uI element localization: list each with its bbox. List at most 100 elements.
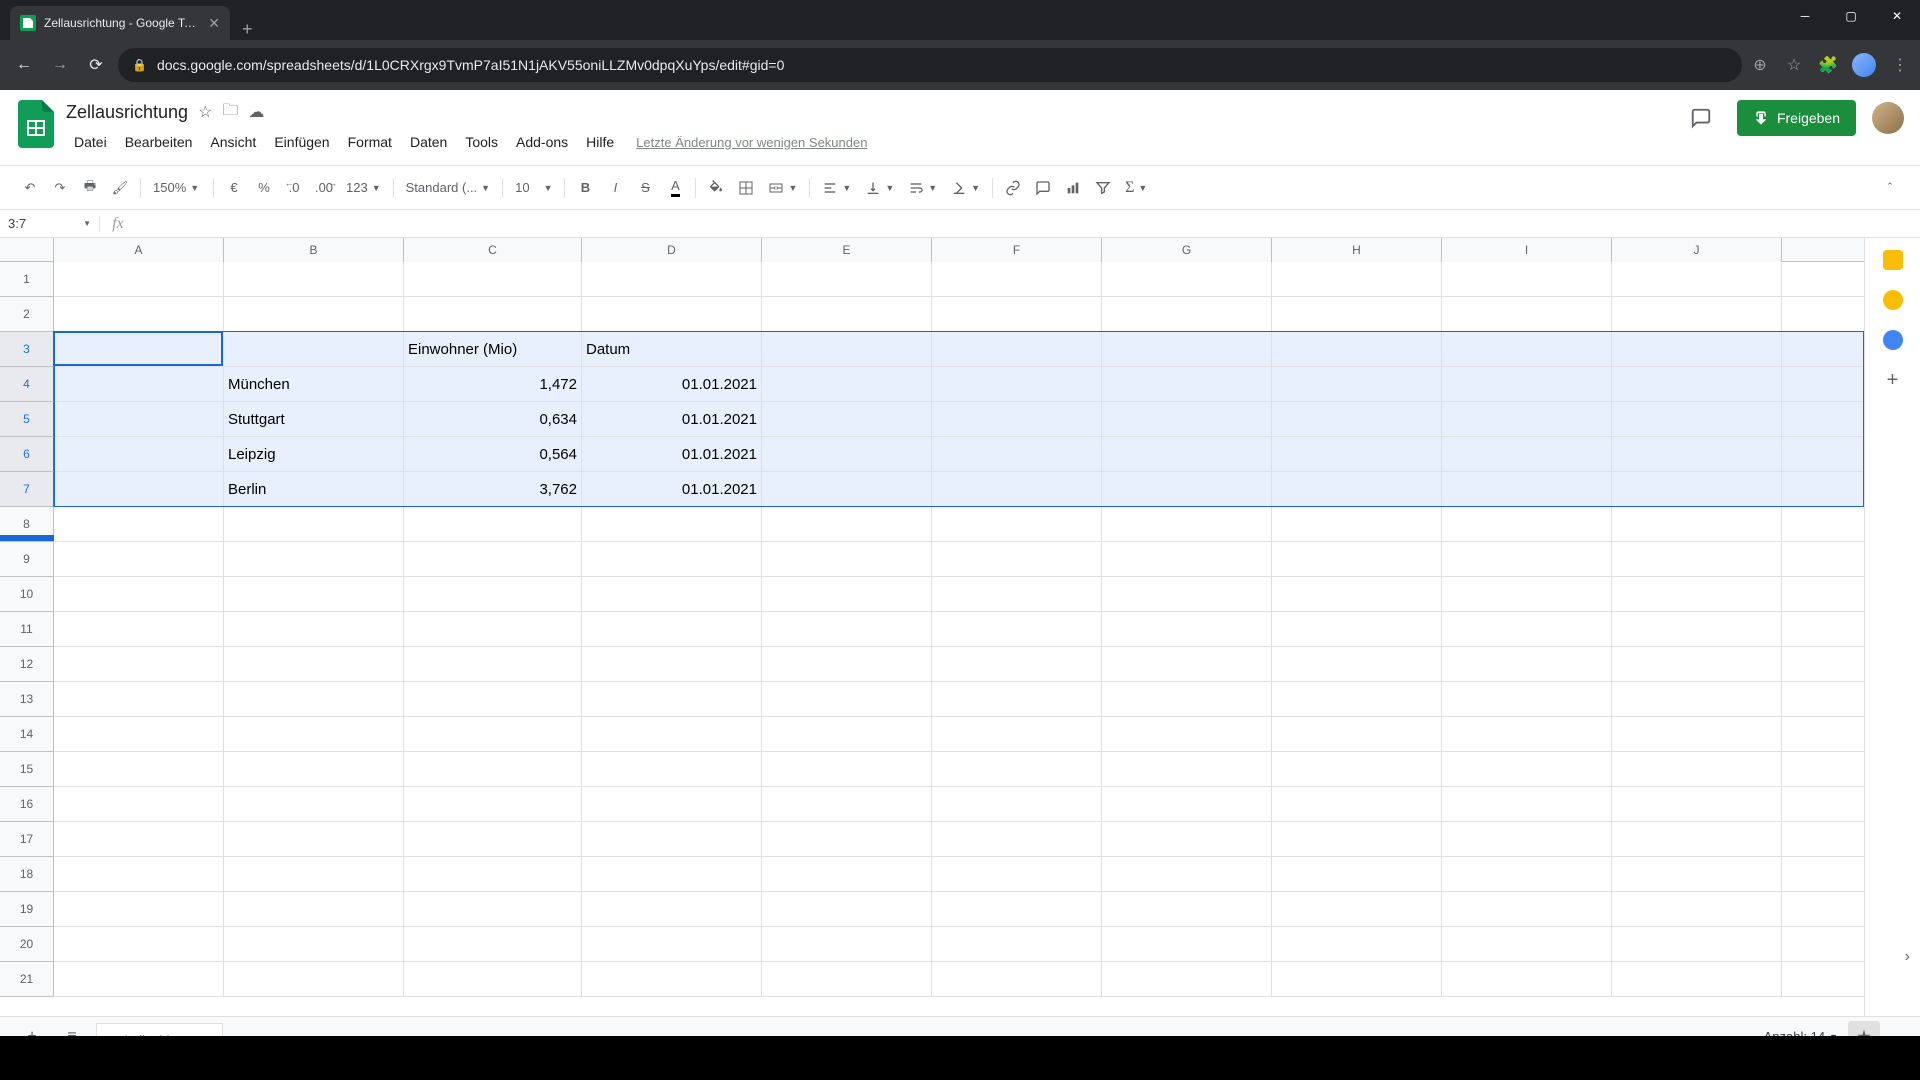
cell[interactable]	[224, 717, 404, 751]
document-title[interactable]: Zellausrichtung	[66, 102, 188, 123]
cell[interactable]	[1442, 962, 1612, 996]
cell[interactable]	[404, 927, 582, 961]
cell[interactable]	[1272, 542, 1442, 576]
zoom-dropdown[interactable]: 150%▼	[147, 180, 207, 195]
cell[interactable]	[54, 297, 224, 331]
cell[interactable]	[1272, 437, 1442, 471]
cell[interactable]	[1102, 262, 1272, 296]
cell[interactable]: Datum	[582, 332, 762, 366]
cell[interactable]: Berlin	[224, 472, 404, 506]
insert-link-button[interactable]	[999, 174, 1027, 202]
decrease-decimal-button[interactable]: .0←	[280, 174, 308, 202]
cell[interactable]	[1102, 892, 1272, 926]
cell[interactable]	[762, 262, 932, 296]
cell[interactable]	[1442, 472, 1612, 506]
cell[interactable]	[404, 892, 582, 926]
cell[interactable]	[404, 752, 582, 786]
print-button[interactable]: 🖶	[76, 174, 104, 202]
cell[interactable]	[762, 682, 932, 716]
insert-comment-button[interactable]	[1029, 174, 1057, 202]
cell[interactable]	[224, 962, 404, 996]
cell[interactable]	[1102, 437, 1272, 471]
cell[interactable]	[404, 647, 582, 681]
cell[interactable]	[404, 577, 582, 611]
percent-button[interactable]: %	[250, 174, 278, 202]
cell[interactable]	[582, 787, 762, 821]
row-header-18[interactable]: 18	[0, 857, 53, 892]
cell[interactable]	[582, 857, 762, 891]
filter-button[interactable]	[1089, 174, 1117, 202]
cell[interactable]	[762, 647, 932, 681]
cell[interactable]	[932, 297, 1102, 331]
name-box[interactable]: 3:7▼	[0, 216, 100, 231]
cell[interactable]	[224, 297, 404, 331]
cell[interactable]	[224, 577, 404, 611]
cell[interactable]	[1442, 402, 1612, 436]
cell[interactable]	[54, 507, 224, 541]
cell[interactable]	[1442, 927, 1612, 961]
cell[interactable]	[1272, 472, 1442, 506]
zoom-icon[interactable]: ⊕	[1750, 55, 1770, 75]
new-tab-button[interactable]: +	[230, 19, 265, 40]
share-button[interactable]: Freigeben	[1737, 100, 1856, 136]
cell[interactable]	[932, 752, 1102, 786]
cell[interactable]	[54, 367, 224, 401]
undo-button[interactable]: ↶	[16, 174, 44, 202]
cell[interactable]	[1102, 962, 1272, 996]
cell[interactable]	[224, 542, 404, 576]
fill-color-button[interactable]	[702, 174, 730, 202]
row-header-16[interactable]: 16	[0, 787, 53, 822]
cell[interactable]	[1102, 752, 1272, 786]
row-header-20[interactable]: 20	[0, 927, 53, 962]
vertical-align-dropdown[interactable]: ▼	[859, 180, 900, 196]
cell[interactable]	[404, 262, 582, 296]
cell[interactable]	[1612, 752, 1782, 786]
bold-button[interactable]: B	[571, 174, 599, 202]
cell[interactable]	[1272, 647, 1442, 681]
cell[interactable]	[224, 507, 404, 541]
cell[interactable]	[1272, 717, 1442, 751]
cell[interactable]	[762, 332, 932, 366]
cell[interactable]	[762, 367, 932, 401]
reload-button[interactable]: ⟳	[82, 51, 110, 79]
cell[interactable]	[224, 262, 404, 296]
cell[interactable]	[1102, 507, 1272, 541]
cell[interactable]	[932, 717, 1102, 751]
cell[interactable]	[1272, 927, 1442, 961]
cell[interactable]	[1102, 332, 1272, 366]
window-close[interactable]: ✕	[1874, 0, 1920, 32]
functions-dropdown[interactable]: Σ▼	[1119, 179, 1153, 197]
windows-taskbar[interactable]	[0, 1036, 1920, 1080]
menu-einfügen[interactable]: Einfügen	[266, 130, 337, 154]
column-header-J[interactable]: J	[1612, 238, 1782, 262]
cell[interactable]	[1272, 822, 1442, 856]
cell[interactable]	[1102, 472, 1272, 506]
cell[interactable]	[224, 752, 404, 786]
cell[interactable]	[582, 542, 762, 576]
cell[interactable]	[932, 507, 1102, 541]
cell[interactable]	[582, 962, 762, 996]
cell[interactable]	[582, 717, 762, 751]
window-minimize[interactable]: ─	[1782, 0, 1828, 32]
cell[interactable]	[932, 332, 1102, 366]
menu-datei[interactable]: Datei	[66, 130, 115, 154]
cell[interactable]	[1442, 297, 1612, 331]
cell[interactable]	[1272, 752, 1442, 786]
cell[interactable]	[932, 472, 1102, 506]
currency-button[interactable]: €	[220, 174, 248, 202]
cell[interactable]	[932, 857, 1102, 891]
cell[interactable]	[582, 507, 762, 541]
cell[interactable]	[404, 542, 582, 576]
column-header-B[interactable]: B	[224, 238, 404, 262]
cell[interactable]	[54, 787, 224, 821]
cell[interactable]	[54, 927, 224, 961]
cell[interactable]	[54, 647, 224, 681]
row-resize-handle[interactable]	[0, 535, 54, 541]
cell[interactable]	[1442, 857, 1612, 891]
cell[interactable]: Einwohner (Mio)	[404, 332, 582, 366]
select-all-corner[interactable]	[0, 238, 54, 262]
cell[interactable]: 3,762	[404, 472, 582, 506]
cell[interactable]	[1612, 857, 1782, 891]
cell[interactable]	[54, 332, 224, 366]
cell[interactable]	[1442, 682, 1612, 716]
